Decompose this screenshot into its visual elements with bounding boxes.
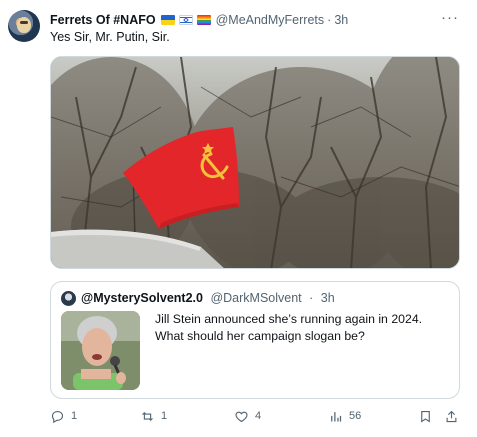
- display-name[interactable]: Ferrets Of #NAFO: [50, 13, 156, 27]
- more-options-icon[interactable]: ···: [441, 10, 459, 29]
- quote-timestamp: 3h: [320, 291, 335, 305]
- timestamp[interactable]: 3h: [334, 13, 348, 27]
- bookmark-button[interactable]: [418, 406, 433, 426]
- reply-icon: [51, 410, 64, 423]
- quote-display-name: @MysterySolvent2.0: [81, 291, 203, 305]
- ukraine-flag-icon: [160, 15, 175, 25]
- repost-count: 1: [161, 410, 168, 422]
- views-icon: [331, 411, 342, 421]
- avatar[interactable]: [8, 10, 40, 42]
- views-button[interactable]: 56: [328, 406, 361, 426]
- quote-thumbnail: [61, 311, 140, 390]
- like-count: 4: [255, 410, 262, 422]
- quote-separator-dot: ·: [309, 291, 314, 305]
- share-icon: [446, 410, 457, 422]
- reply-count: 1: [71, 410, 78, 422]
- repost-icon: [142, 411, 153, 421]
- quoted-tweet[interactable]: @MysterySolvent2.0 @DarkMSolvent · 3h Ji…: [50, 281, 460, 399]
- quote-avatar: [61, 291, 76, 306]
- views-count: 56: [349, 410, 362, 422]
- heart-icon: [235, 411, 248, 422]
- handle[interactable]: @MeAndMyFerrets: [216, 13, 325, 27]
- tweet-header: Ferrets Of #NAFO @MeAndMyFerrets · 3h ··…: [50, 10, 465, 29]
- quote-handle: @DarkMSolvent: [210, 291, 302, 305]
- like-button[interactable]: 4: [234, 406, 261, 426]
- quote-text: Jill Stein announced she’s running again…: [155, 312, 423, 343]
- israel-flag-icon: [178, 15, 193, 25]
- action-bar: 1 1 4 56: [50, 406, 468, 426]
- tweet-text: Yes Sir, Mr. Putin, Sir.: [50, 30, 170, 44]
- separator-dot: ·: [327, 13, 332, 27]
- rainbow-flag-icon: [196, 15, 211, 25]
- media-image[interactable]: [50, 56, 460, 269]
- bookmark-icon: [421, 410, 430, 423]
- reply-button[interactable]: 1: [50, 406, 77, 426]
- repost-button[interactable]: 1: [140, 406, 167, 426]
- quote-header: @MysterySolvent2.0 @DarkMSolvent · 3h: [81, 291, 335, 305]
- share-button[interactable]: [444, 406, 459, 426]
- tweet[interactable]: Ferrets Of #NAFO @MeAndMyFerrets · 3h ··…: [0, 0, 477, 437]
